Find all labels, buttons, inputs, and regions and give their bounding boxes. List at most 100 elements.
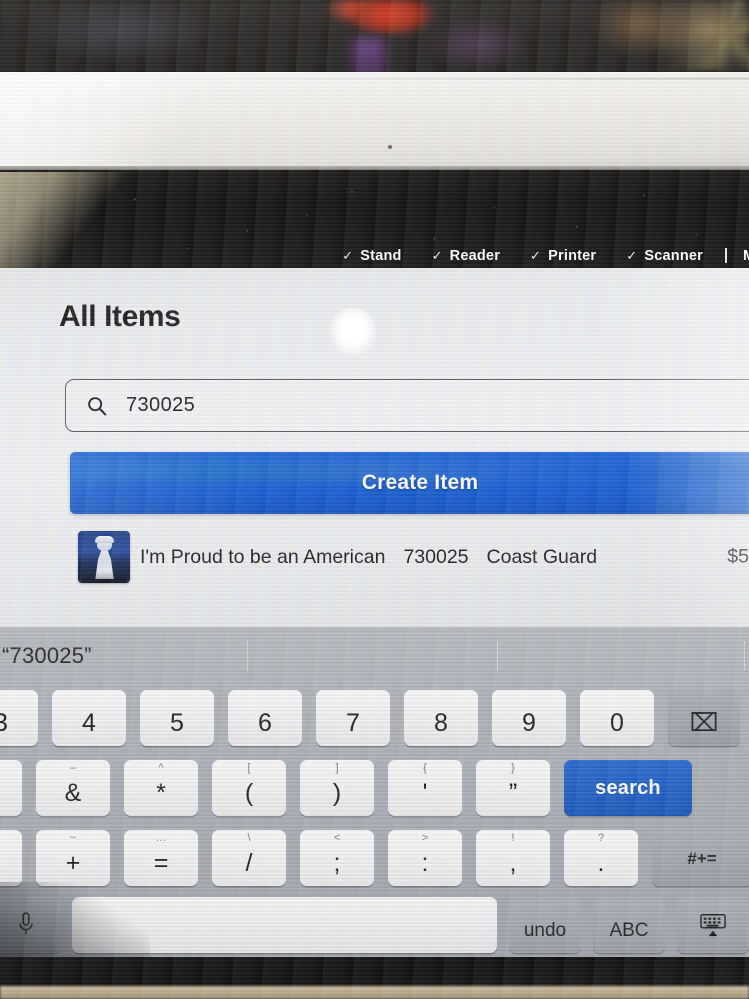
item-details: I'm Proud to be an American 730025 Coast… [140, 546, 597, 569]
key--row36[interactable]: !, [476, 830, 550, 886]
background-object-wheel [668, 0, 749, 70]
key-label: = [153, 849, 169, 877]
key-0-row17[interactable]: 0 [580, 690, 654, 746]
bezel-camera-dot [40, 214, 49, 223]
key-6-row13[interactable]: 6 [228, 690, 302, 746]
prediction-divider [247, 641, 248, 671]
microphone-icon [19, 912, 33, 935]
abc-key[interactable]: ABC [593, 897, 665, 953]
predictive-bar: “730025” [0, 627, 749, 685]
key-label: 3 [0, 709, 8, 737]
key-alt-label: [ [247, 762, 251, 774]
key--row23[interactable]: [( [212, 760, 286, 816]
hide-keyboard-icon [700, 914, 726, 937]
key-alt-label: \ [247, 832, 251, 844]
key-label: + [65, 849, 81, 877]
prediction-divider [497, 641, 498, 671]
key-label: , [509, 849, 517, 877]
status-item-printer[interactable]: ✓ Printer [530, 248, 596, 264]
page-title: All Items [59, 300, 181, 333]
create-item-button[interactable]: Create Item [70, 452, 749, 514]
key-label: ” [508, 779, 518, 807]
key--row37[interactable]: ?. [564, 830, 638, 886]
create-item-label: Create Item [361, 471, 479, 494]
key-alt-label: < [333, 832, 341, 844]
status-divider [725, 248, 727, 263]
dictation-key[interactable] [0, 897, 60, 953]
search-input[interactable]: 730025 [65, 379, 749, 432]
status-label: Reader [449, 247, 501, 264]
key-alt-label: – [69, 762, 77, 774]
item-category: Coast Guard [486, 545, 598, 568]
key--row32[interactable]: … = [124, 830, 198, 886]
prediction-divider [744, 641, 745, 671]
key-alt-label: ? [597, 832, 605, 844]
item-sku: 730025 [403, 545, 469, 568]
key-label: 7 [346, 709, 360, 737]
key-label: ( [244, 779, 254, 807]
key-label: 4 [82, 709, 96, 737]
key-9-row16[interactable]: 9 [492, 690, 566, 746]
key--row30[interactable]: |- [0, 830, 22, 886]
status-item-reader[interactable]: ✓ Reader [432, 248, 500, 264]
key-label: ' [422, 779, 428, 807]
status-item-scanner[interactable]: ✓ Scanner [626, 248, 703, 264]
key-alt-label: ^ [158, 762, 164, 774]
key-label: ABC [609, 920, 649, 941]
check-icon: ✓ [530, 247, 542, 263]
key-alt-label: ~ [69, 832, 77, 844]
key--row26[interactable]: }” [476, 760, 550, 816]
key--row24[interactable]: ]) [300, 760, 374, 816]
key-label: / [245, 849, 253, 877]
key-alt-label: > [421, 832, 429, 844]
key-8-row15[interactable]: 8 [404, 690, 478, 746]
key-alt-label: } [511, 762, 515, 774]
backspace-key[interactable]: ⌧ [668, 690, 740, 746]
prediction-quoted-text[interactable]: “730025” [2, 643, 92, 669]
keyboard-row-numbers: 3 4 5 6 7 8 9 0 ⌧ [0, 690, 749, 746]
symbols-key[interactable]: #+= [652, 830, 749, 886]
key-label: . [597, 849, 605, 877]
hide-keyboard-key[interactable] [677, 897, 749, 953]
search-result-row[interactable]: I'm Proud to be an American 730025 Coast… [0, 524, 749, 590]
key-label: 5 [170, 709, 184, 737]
key--row20[interactable]: ¥$ [0, 760, 22, 816]
keyboard-row-space: undo ABC [0, 897, 749, 953]
keyboard-row-punctuation: |-~+…=\/<;>:!,?.#+= [0, 830, 749, 886]
key-label: undo [523, 920, 567, 941]
search-icon [88, 396, 107, 415]
key--row21[interactable]: – & [36, 760, 110, 816]
check-icon: ✓ [342, 247, 354, 263]
key--row22[interactable]: ^ * [124, 760, 198, 816]
thumbnail-shadow [82, 571, 126, 583]
key-5-row12[interactable]: 5 [140, 690, 214, 746]
undo-key[interactable]: undo [509, 897, 581, 953]
status-label: Stand [360, 247, 402, 264]
key--row33[interactable]: \ / [212, 830, 286, 886]
key--row31[interactable]: ~ + [36, 830, 110, 886]
key-label: 8 [434, 709, 448, 737]
key--row34[interactable]: <; [300, 830, 374, 886]
key-7-row14[interactable]: 7 [316, 690, 390, 746]
onscreen-keyboard: “730025” 34567890⌧ ¥$–&^*[(]){'}”search … [0, 627, 749, 957]
search-input-value: 730025 [126, 394, 196, 416]
figurine-cap [95, 536, 114, 543]
key-alt-label: ¥ [0, 763, 22, 774]
key-4-row11[interactable]: 4 [52, 690, 126, 746]
key--row35[interactable]: >: [388, 830, 462, 886]
key-alt-label: ] [335, 762, 339, 774]
key-alt-label: | [0, 833, 22, 844]
space-key[interactable] [72, 897, 497, 953]
device-white-bezel [0, 72, 749, 170]
item-price: $5 [727, 545, 749, 568]
key--row25[interactable]: {' [388, 760, 462, 816]
key-alt-label: … [155, 832, 167, 844]
check-icon: ✓ [626, 247, 638, 263]
search-key[interactable]: search [564, 760, 692, 816]
key-label: ; [333, 849, 341, 877]
key-3-row10[interactable]: 3 [0, 690, 38, 746]
key-label: * [156, 779, 166, 807]
key-label: 0 [610, 709, 624, 737]
status-item-truncated[interactable]: M [743, 248, 749, 264]
status-item-stand[interactable]: ✓ Stand [342, 248, 401, 264]
